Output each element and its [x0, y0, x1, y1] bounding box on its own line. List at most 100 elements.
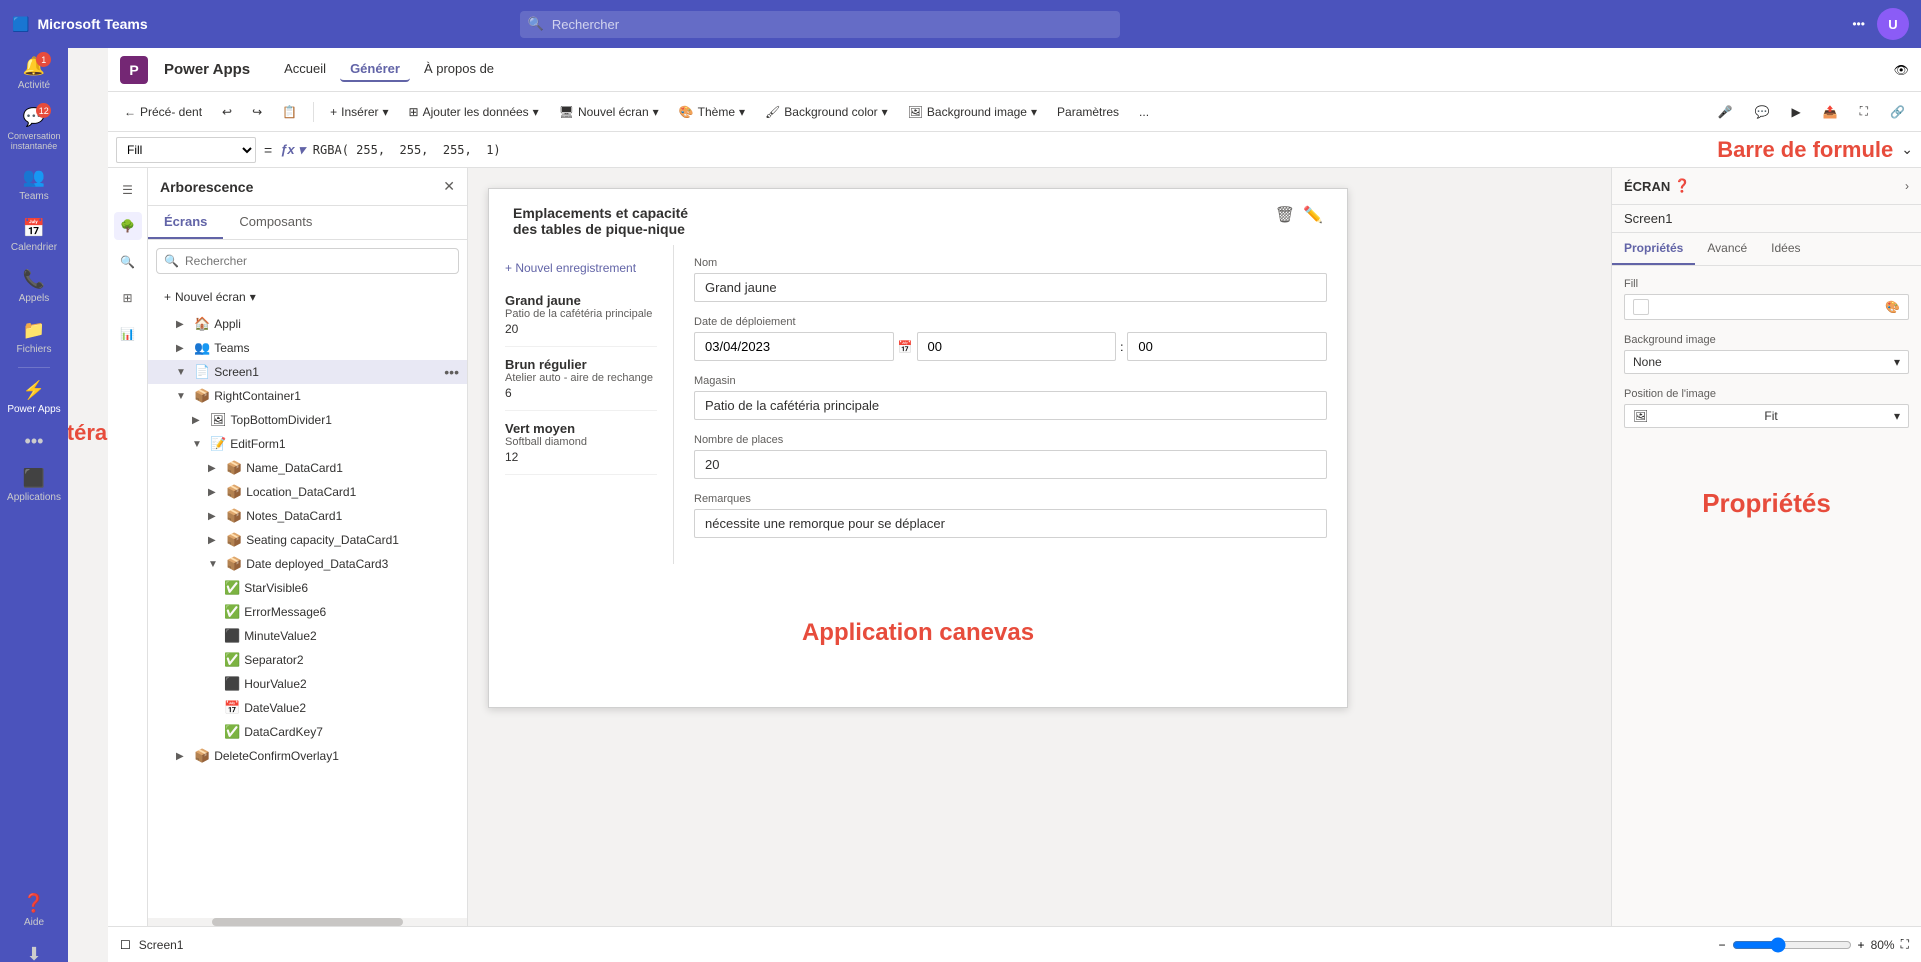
tree-item-editform1[interactable]: ▼ 📝 EditForm1 [148, 432, 467, 456]
sidebar-item-appels[interactable]: 📞 Appels [0, 261, 68, 312]
add-record-button[interactable]: + Nouvel enregistrement [505, 253, 636, 283]
form-input-nom[interactable] [694, 273, 1327, 302]
sidebar-item-aide[interactable]: ❓ Aide [23, 885, 45, 936]
publish-button[interactable]: 📤 [1815, 100, 1846, 123]
tree-item-datacardkey7[interactable]: ✅ DataCardKey7 [148, 720, 467, 744]
tree-close-button[interactable]: ✕ [443, 178, 455, 195]
params-button[interactable]: Paramètres [1049, 101, 1127, 123]
list-item-1[interactable]: Brun régulier Atelier auto - aire de rec… [505, 347, 657, 411]
tree-item-hourvalue2[interactable]: ⬛ HourValue2 [148, 672, 467, 696]
zoom-fit-button[interactable]: ⛶ [1901, 937, 1909, 952]
comment-button[interactable]: 💬 [1747, 100, 1778, 123]
toggle-vars-button[interactable]: 📊 [114, 320, 142, 348]
tab-ecrans[interactable]: Écrans [148, 206, 223, 239]
tree-item-deleteconfirmoverlay1[interactable]: ▶ 📦 DeleteConfirmOverlay1 [148, 744, 467, 768]
undo-button[interactable]: ↩ [214, 101, 240, 123]
form-input-magasin[interactable] [694, 391, 1327, 420]
date-datacard3-toggle[interactable]: ▼ [208, 559, 222, 570]
bg-color-button[interactable]: 🖌 Background color ▾ [757, 101, 896, 123]
sidebar-item-download[interactable]: ⬇ [23, 936, 45, 962]
tab-avance[interactable]: Avancé [1695, 233, 1759, 265]
tree-item-rightcontainer1[interactable]: ▼ 📦 RightContainer1 [148, 384, 467, 408]
teams-toggle[interactable]: ▶ [176, 343, 190, 354]
tree-item-minutevalue2[interactable]: ⬛ MinuteValue2 [148, 624, 467, 648]
sidebar-item-conversation[interactable]: 💬 12 Conversationinstantanée [0, 99, 68, 159]
tree-item-separator2[interactable]: ✅ Separator2 [148, 648, 467, 672]
topbottomdivider1-toggle[interactable]: ▶ [192, 415, 206, 426]
props-value-bg-image[interactable]: None ▾ [1624, 350, 1909, 374]
search-input[interactable] [520, 11, 1120, 38]
zoom-in-button[interactable]: + [1858, 938, 1865, 952]
nav-accueil[interactable]: Accueil [274, 57, 336, 82]
toggle-tree-button[interactable]: 🌳 [114, 212, 142, 240]
screen1-more[interactable]: ••• [444, 364, 459, 380]
zoom-slider[interactable] [1732, 937, 1852, 953]
tree-item-appli[interactable]: ▶ 🏠 Appli [148, 312, 467, 336]
sidebar-item-more[interactable]: ••• [0, 423, 68, 460]
sidebar-item-teams[interactable]: 👥 Teams [0, 159, 68, 210]
nav-apropos[interactable]: À propos de [414, 57, 504, 82]
props-value-image-position[interactable]: 🖼 Fit ▾ [1624, 404, 1909, 428]
play-button[interactable]: ▶ [1783, 100, 1808, 123]
toggle-data-button[interactable]: ⊞ [114, 284, 142, 312]
editform1-toggle[interactable]: ▼ [192, 439, 206, 450]
form-input-remarques[interactable] [694, 509, 1327, 538]
props-expand-button[interactable]: › [1905, 179, 1909, 193]
share-button[interactable]: 🔗 [1882, 100, 1913, 123]
sidebar-item-calendrier[interactable]: 📅 Calendrier [0, 210, 68, 261]
deleteconfirmoverlay1-toggle[interactable]: ▶ [176, 751, 190, 762]
toggle-menu-button[interactable]: ☰ [114, 176, 142, 204]
sidebar-item-powerapps[interactable]: ⚡ Power Apps [0, 372, 68, 423]
more-toolbar-button[interactable]: ... [1131, 101, 1157, 123]
redo-button[interactable]: ↪ [244, 101, 270, 123]
tree-item-datevalue2[interactable]: 📅 DateValue2 [148, 696, 467, 720]
tree-item-name-datacard1[interactable]: ▶ 📦 Name_DataCard1 [148, 456, 467, 480]
more-options-icon[interactable]: ••• [1852, 17, 1865, 31]
canvas-edit-button[interactable]: ✏️ [1303, 205, 1323, 225]
avatar[interactable]: U [1877, 8, 1909, 40]
canvas-delete-button[interactable]: 🗑 [1275, 205, 1295, 225]
new-screen-button[interactable]: + Nouvel écran ▾ [156, 286, 264, 308]
sidebar-item-fichiers[interactable]: 📁 Fichiers [0, 312, 68, 363]
props-help-icon[interactable]: ❓ [1674, 178, 1690, 194]
tree-item-errormessage6[interactable]: ✅ ErrorMessage6 [148, 600, 467, 624]
toggle-search-button[interactable]: 🔍 [114, 248, 142, 276]
bg-image-button[interactable]: 🖼 Background image ▾ [900, 101, 1045, 123]
expand-button[interactable]: ⛶ [1852, 100, 1876, 123]
screen1-toggle[interactable]: ▼ [176, 367, 190, 378]
formula-input[interactable] [313, 137, 1689, 163]
tree-item-starvisible6[interactable]: ✅ StarVisible6 [148, 576, 467, 600]
rightcontainer1-toggle[interactable]: ▼ [176, 391, 190, 402]
formula-expand-icon[interactable]: ⌄ [1901, 141, 1913, 158]
tree-scrollbar-thumb[interactable] [212, 918, 403, 926]
formula-fx-button[interactable]: ƒx ▾ [280, 142, 305, 158]
tree-item-screen1[interactable]: ▼ 📄 Screen1 ••• [148, 360, 467, 384]
tree-item-notes-datacard1[interactable]: ▶ 📦 Notes_DataCard1 [148, 504, 467, 528]
tab-idees[interactable]: Idées [1759, 233, 1812, 265]
nav-generer[interactable]: Générer [340, 57, 410, 82]
mic-button[interactable]: 🎤 [1710, 100, 1741, 123]
name-datacard1-toggle[interactable]: ▶ [208, 463, 222, 474]
tree-item-teams[interactable]: ▶ 👥 Teams [148, 336, 467, 360]
form-input-minute[interactable] [1127, 332, 1327, 361]
new-screen-button[interactable]: 🖥 Nouvel écran ▾ [551, 101, 667, 123]
form-input-hour[interactable] [917, 332, 1117, 361]
back-button[interactable]: ← Précé- dent [116, 101, 210, 123]
tab-composants[interactable]: Composants [223, 206, 328, 239]
bottom-checkbox[interactable]: ☐ [120, 938, 131, 952]
seating-datacard1-toggle[interactable]: ▶ [208, 535, 222, 546]
add-data-button[interactable]: ⊞ Ajouter les données ▾ [401, 101, 547, 123]
property-select[interactable]: Fill [116, 137, 256, 163]
tree-item-topbottomdivider1[interactable]: ▶ 🖼 TopBottomDivider1 [148, 408, 467, 432]
tree-item-date-datacard3[interactable]: ▼ 📦 Date deployed_DataCard3 [148, 552, 467, 576]
props-value-fill[interactable]: 🎨 [1624, 294, 1909, 320]
copy-button[interactable]: 📋 [274, 101, 305, 123]
appli-toggle[interactable]: ▶ [176, 319, 190, 330]
zoom-out-button[interactable]: − [1719, 938, 1726, 952]
form-input-places[interactable] [694, 450, 1327, 479]
tree-scrollbar[interactable] [148, 918, 467, 926]
calendar-icon[interactable]: 📅 [898, 340, 913, 354]
tree-search-input[interactable] [156, 248, 459, 274]
location-datacard1-toggle[interactable]: ▶ [208, 487, 222, 498]
theme-button[interactable]: 🎨 Thème ▾ [671, 101, 753, 123]
